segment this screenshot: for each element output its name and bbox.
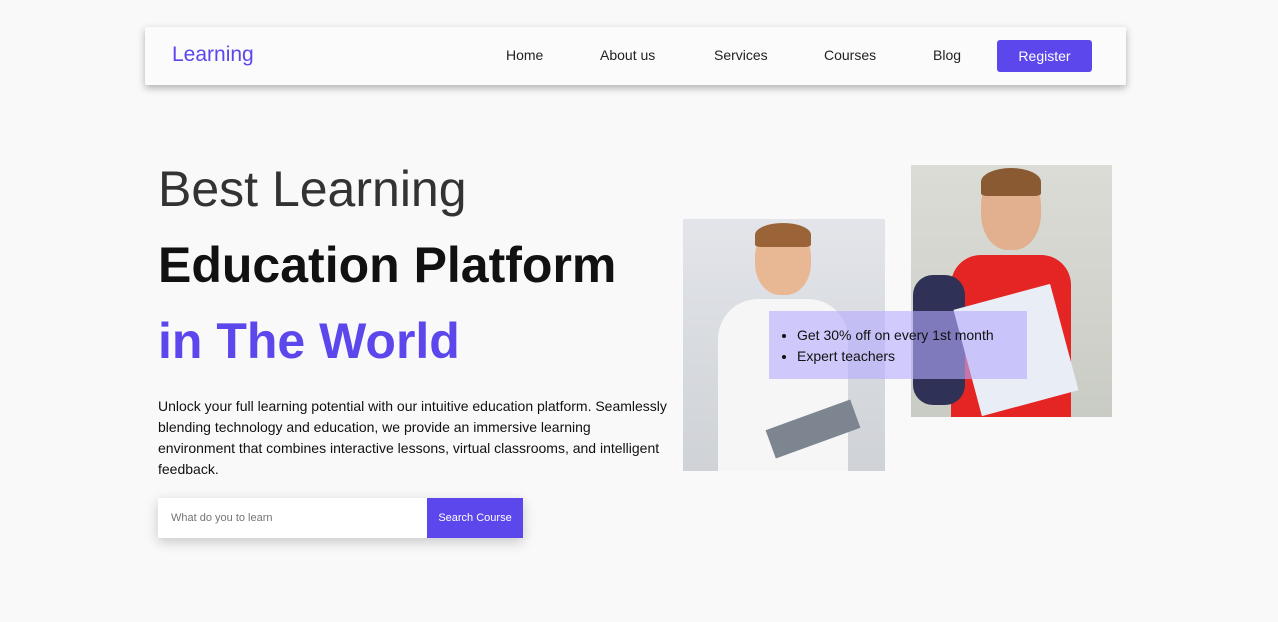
features-callout: Get 30% off on every 1st month Expert te… (769, 311, 1027, 379)
hero-line-2: Education Platform (158, 237, 617, 293)
navbar: Learning Home About us Services Courses … (145, 27, 1126, 85)
feature-discount: Get 30% off on every 1st month (797, 325, 1027, 346)
nav-home[interactable]: Home (506, 47, 543, 63)
hero-line-1: Best Learning (158, 161, 467, 217)
search-input[interactable] (158, 498, 427, 538)
boy-with-backpack-image (911, 165, 1112, 417)
hero-description: Unlock your full learning potential with… (158, 398, 667, 477)
search-bar: Search Course (158, 498, 523, 538)
register-button[interactable]: Register (997, 40, 1092, 72)
nav-courses[interactable]: Courses (824, 47, 876, 63)
logo[interactable]: Learning (172, 43, 254, 67)
hero-line-3: in The World (158, 313, 460, 369)
search-course-button[interactable]: Search Course (427, 498, 523, 538)
nav-services[interactable]: Services (714, 47, 768, 63)
nav-about[interactable]: About us (600, 47, 655, 63)
feature-teachers: Expert teachers (797, 346, 1027, 367)
nav-blog[interactable]: Blog (933, 47, 961, 63)
